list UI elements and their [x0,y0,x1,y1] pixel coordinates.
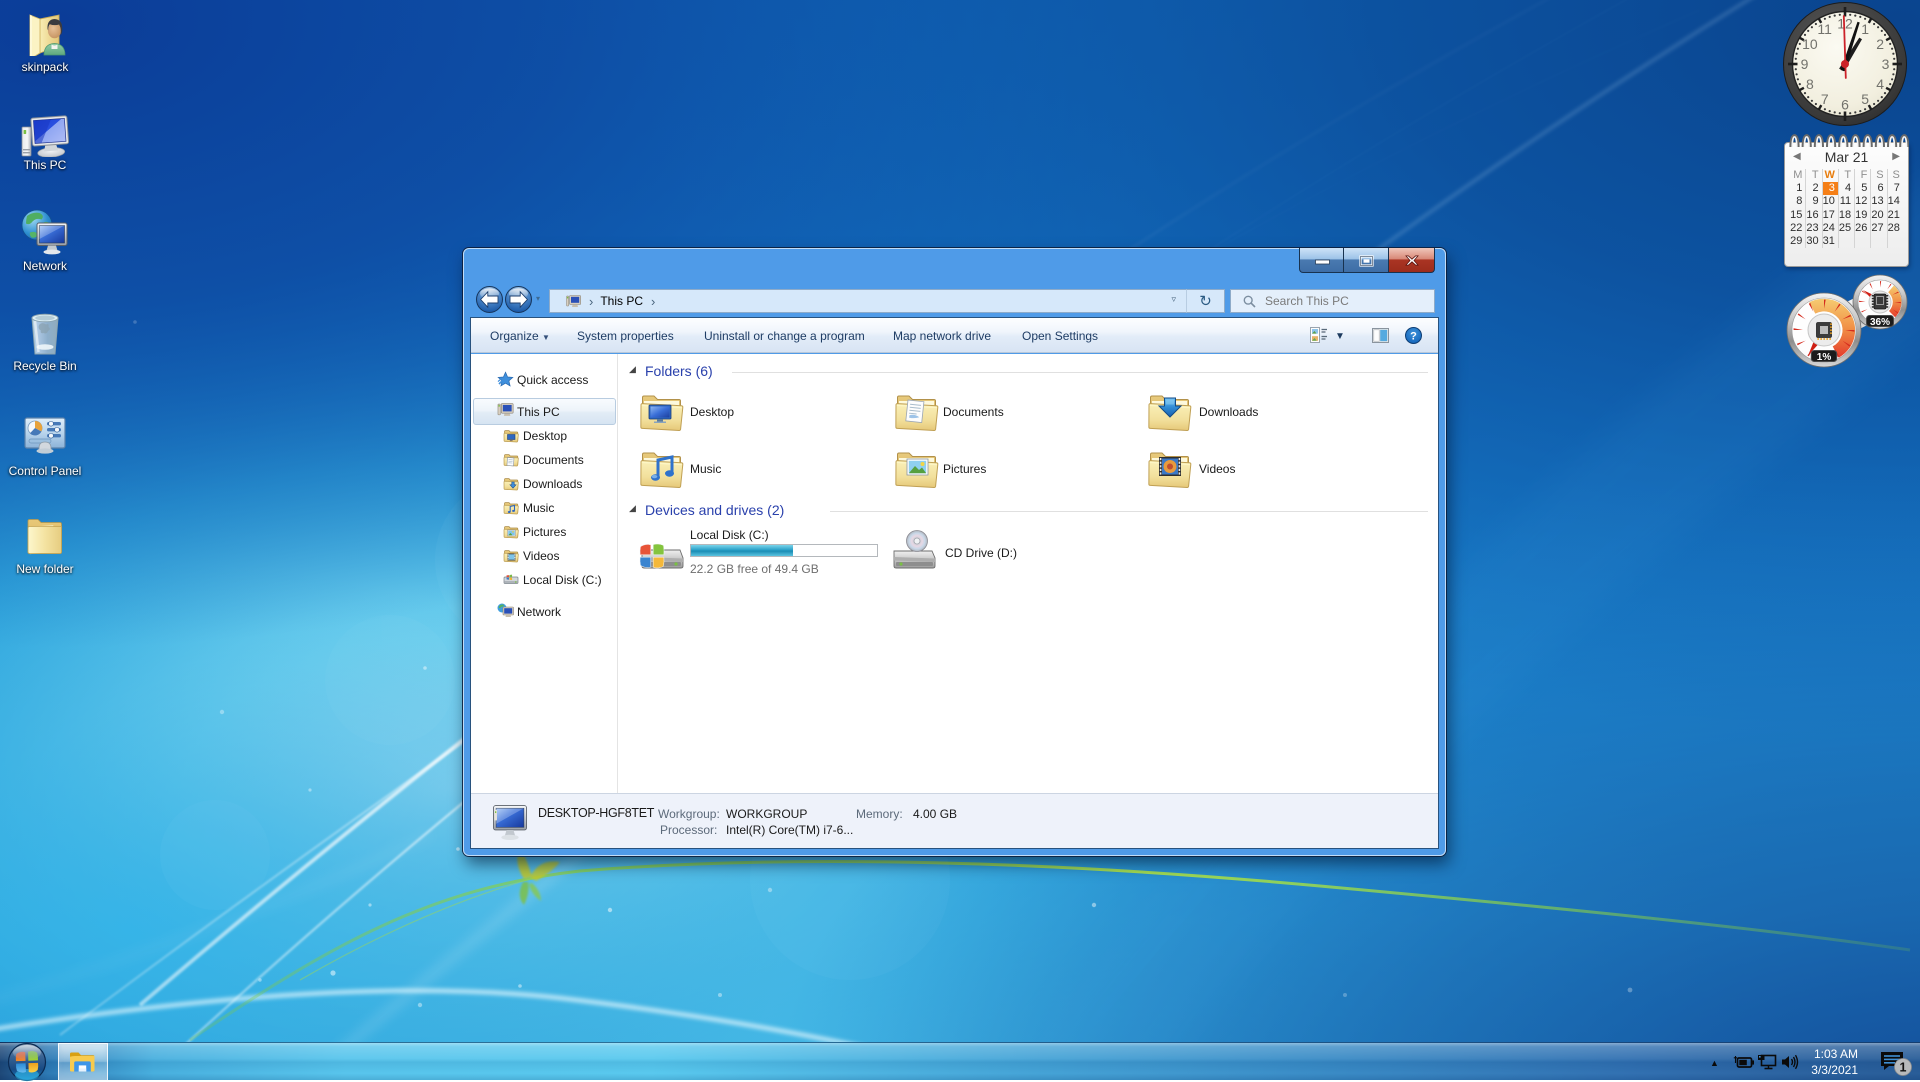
svg-text:1: 1 [1861,21,1869,37]
svg-text:?: ? [1410,331,1417,343]
svg-text:3: 3 [1882,56,1890,72]
svg-text:1: 1 [1900,1061,1907,1075]
svg-text:8: 8 [1806,76,1814,92]
svg-text:1%: 1% [1817,352,1832,363]
svg-text:6: 6 [1841,97,1849,113]
svg-text:10: 10 [1802,36,1818,52]
svg-text:5: 5 [1861,91,1869,107]
svg-text:2: 2 [1876,36,1884,52]
svg-text:4: 4 [1876,76,1884,92]
svg-text:7: 7 [1821,91,1829,107]
svg-text:36%: 36% [1870,317,1890,328]
svg-text:11: 11 [1817,21,1832,37]
svg-text:9: 9 [1801,56,1809,72]
